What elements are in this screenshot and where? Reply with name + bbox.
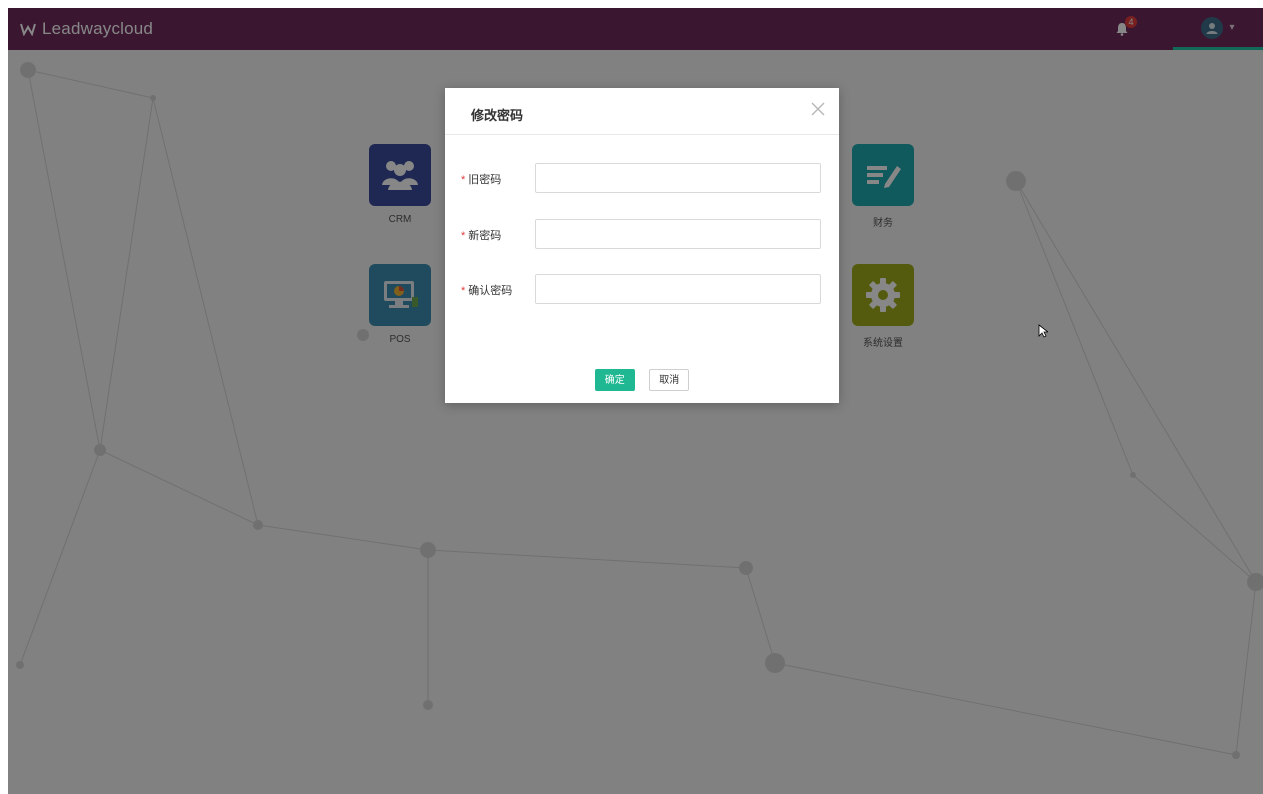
- close-icon[interactable]: [809, 100, 827, 118]
- required-marker: *: [461, 285, 466, 297]
- confirm-password-field[interactable]: [535, 274, 821, 304]
- dialog-footer: 确定 取消: [445, 369, 839, 391]
- required-marker: *: [461, 174, 466, 186]
- dialog-title: 修改密码: [471, 108, 524, 123]
- mouse-cursor-icon: [1038, 324, 1048, 338]
- dialog-header: 修改密码: [445, 88, 839, 135]
- new-password-field[interactable]: [535, 219, 821, 249]
- confirm-button[interactable]: 确定: [594, 369, 635, 391]
- new-password-row: * 新密码: [445, 219, 839, 251]
- old-password-label: * 旧密码: [461, 174, 502, 186]
- change-password-dialog: 修改密码 * 旧密码 * 新密码 * 确认密码 确定 取消: [445, 88, 839, 403]
- old-password-field[interactable]: [535, 163, 821, 193]
- confirm-password-row: * 确认密码: [445, 274, 839, 306]
- app-window: Leadwaycloud 4 ▾ CRM POS 财务 系统设置 修改密码 * …: [8, 8, 1263, 794]
- required-marker: *: [461, 230, 466, 242]
- confirm-password-label: * 确认密码: [461, 285, 513, 297]
- cancel-button[interactable]: 取消: [649, 369, 690, 391]
- old-password-row: * 旧密码: [445, 163, 839, 195]
- new-password-label: * 新密码: [461, 230, 502, 242]
